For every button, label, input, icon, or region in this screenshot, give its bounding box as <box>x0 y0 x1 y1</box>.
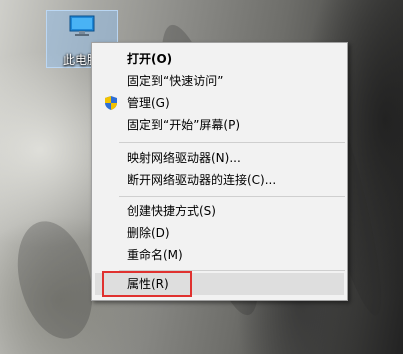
wallpaper-rock-shadow <box>5 212 105 348</box>
menu-item-label: 断开网络驱动器的连接(C)... <box>127 173 277 187</box>
menu-item-label: 创建快捷方式(S) <box>127 204 216 218</box>
desktop-wallpaper: 此电脑 打开(O) 固定到“快速访问” 管理(G) 固定到“开始”屏幕(P) 映… <box>0 0 403 354</box>
menu-item-label: 固定到“开始”屏幕(P) <box>127 118 241 132</box>
menu-item-label: 打开(O) <box>127 52 173 66</box>
menu-item-disconnect-network-drive[interactable]: 断开网络驱动器的连接(C)... <box>92 169 347 191</box>
menu-separator <box>119 196 345 197</box>
highlight-annotation-box <box>102 271 192 297</box>
menu-item-label: 映射网络驱动器(N)... <box>127 151 241 165</box>
menu-item-rename[interactable]: 重命名(M) <box>92 244 347 266</box>
menu-item-delete[interactable]: 删除(D) <box>92 222 347 244</box>
menu-item-create-shortcut[interactable]: 创建快捷方式(S) <box>92 200 347 222</box>
menu-separator <box>119 142 345 143</box>
menu-item-pin-start[interactable]: 固定到“开始”屏幕(P) <box>92 114 347 136</box>
computer-icon <box>69 15 95 36</box>
context-menu: 打开(O) 固定到“快速访问” 管理(G) 固定到“开始”屏幕(P) 映射网络驱… <box>91 42 348 301</box>
menu-item-label: 固定到“快速访问” <box>127 74 224 88</box>
menu-item-open[interactable]: 打开(O) <box>92 48 347 70</box>
menu-item-label: 重命名(M) <box>127 248 183 262</box>
menu-item-label: 管理(G) <box>127 96 170 110</box>
menu-item-label: 删除(D) <box>127 226 170 240</box>
menu-item-pin-quick-access[interactable]: 固定到“快速访问” <box>92 70 347 92</box>
menu-item-manage[interactable]: 管理(G) <box>92 92 347 114</box>
menu-item-map-network-drive[interactable]: 映射网络驱动器(N)... <box>92 147 347 169</box>
shield-icon <box>105 96 117 110</box>
